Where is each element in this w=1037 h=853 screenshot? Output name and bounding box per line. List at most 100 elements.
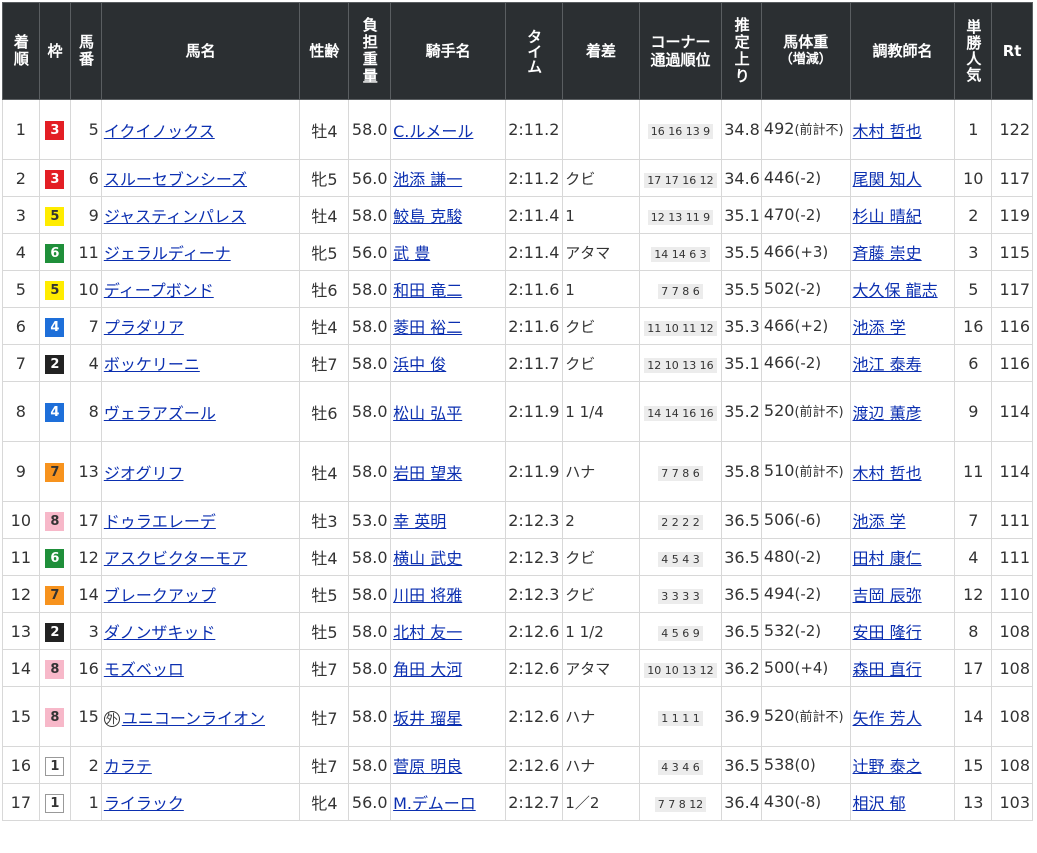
horse-name-link[interactable]: アスクビクターモア xyxy=(104,549,247,568)
rank-cell: 4 xyxy=(2,233,40,271)
margin-cell xyxy=(562,99,640,160)
horse-name-link[interactable]: プラダリア xyxy=(104,318,184,337)
jockey-name-link[interactable]: 浜中 俊 xyxy=(393,355,446,374)
horse-name-link[interactable]: ダノンザキッド xyxy=(104,623,216,642)
horse-name-link[interactable]: ディープボンド xyxy=(104,281,214,300)
header-bodyweight-line2: （増減） xyxy=(779,52,832,67)
jockey-name-link[interactable]: 武 豊 xyxy=(393,244,430,263)
time-cell: 2:12.6 xyxy=(505,612,564,650)
margin-value: クビ xyxy=(565,169,596,188)
horse-name-link[interactable]: ジャスティンパレス xyxy=(104,207,246,226)
weight-cell: 58.0 xyxy=(348,746,392,784)
trainer-name-link[interactable]: 大久保 龍志 xyxy=(853,281,938,300)
rank-cell: 12 xyxy=(2,575,40,613)
umaban-value: 10 xyxy=(78,279,99,299)
trainer-name-link[interactable]: 木村 哲也 xyxy=(853,122,922,141)
trainer-name-link[interactable]: 渡辺 薫彦 xyxy=(853,404,922,423)
trainer-name-link[interactable]: 池添 学 xyxy=(853,318,906,337)
horse-name-link[interactable]: モズベッロ xyxy=(104,660,184,679)
jockey-name-link[interactable]: 池添 謙一 xyxy=(393,170,462,189)
jockey-name-link[interactable]: 菱田 裕二 xyxy=(393,318,462,337)
corner-cell: 3 3 3 3 xyxy=(638,575,723,613)
corner-cell: 7 7 8 6 xyxy=(638,270,723,308)
sexage-cell: 牡6 xyxy=(299,381,350,442)
horse-cell: アスクビクターモア xyxy=(100,538,301,576)
corner-cell: 7 7 8 12 xyxy=(638,783,723,821)
horse-name-link[interactable]: カラテ xyxy=(104,757,152,776)
jockey-name-link[interactable]: 岩田 望来 xyxy=(393,464,462,483)
jockey-name-link[interactable]: 横山 武史 xyxy=(393,549,462,568)
margin-cell: 1／2 xyxy=(562,783,640,821)
trainer-name-link[interactable]: 尾関 知人 xyxy=(853,170,922,189)
horse-name-link[interactable]: ボッケリーニ xyxy=(104,355,200,374)
weight-value: 58.0 xyxy=(351,279,388,299)
sexage-value: 牡4 xyxy=(311,121,338,141)
weight-value: 58.0 xyxy=(351,316,388,336)
rt-cell: 103 xyxy=(991,783,1033,821)
jockey-cell: 横山 武史 xyxy=(390,538,507,576)
jockey-name-link[interactable]: 鮫島 克駿 xyxy=(393,207,462,226)
jockey-name-link[interactable]: 北村 友一 xyxy=(393,623,462,642)
trainer-name-link[interactable]: 木村 哲也 xyxy=(853,464,922,483)
rank-cell: 10 xyxy=(2,501,40,539)
horse-name-link[interactable]: ジオグリフ xyxy=(104,464,184,483)
bodyweight-cell: 470(-2) xyxy=(760,196,851,234)
jockey-name-link[interactable]: 角田 大河 xyxy=(393,660,462,679)
time-value: 2:11.9 xyxy=(508,462,560,481)
trainer-name-link[interactable]: 相沢 郁 xyxy=(853,794,906,813)
sexage-value: 牡5 xyxy=(311,623,338,642)
horse-cell: ドゥラエレーデ xyxy=(100,501,301,539)
popularity-cell: 14 xyxy=(954,686,993,747)
bodyweight-value: 466 xyxy=(763,353,795,372)
horse-name-link[interactable]: ライラック xyxy=(104,794,184,813)
trainer-name-link[interactable]: 斉藤 崇史 xyxy=(853,244,922,263)
horse-name-link[interactable]: ヴェラアズール xyxy=(104,404,216,423)
horse-name-link[interactable]: ユニコーンライオン xyxy=(122,709,265,728)
header-sexage: 性齢 xyxy=(299,2,350,100)
jockey-name-link[interactable]: 幸 英明 xyxy=(393,512,446,531)
popularity-cell: 8 xyxy=(954,612,993,650)
jockey-name-link[interactable]: 坂井 瑠星 xyxy=(393,709,462,728)
time-cell: 2:11.4 xyxy=(505,196,564,234)
trainer-name-link[interactable]: 安田 隆行 xyxy=(853,623,922,642)
umaban-value: 17 xyxy=(78,510,99,530)
horse-name-link[interactable]: ジェラルディーナ xyxy=(104,244,231,263)
jockey-name-link[interactable]: 和田 竜二 xyxy=(393,281,462,300)
jockey-name-link[interactable]: M.デムーロ xyxy=(393,794,476,813)
jockey-name-link[interactable]: 菅原 明良 xyxy=(393,757,462,776)
sexage-cell: 牡4 xyxy=(299,307,350,345)
trainer-name-link[interactable]: 吉岡 辰弥 xyxy=(853,586,922,605)
time-cell: 2:11.2 xyxy=(505,99,564,160)
horse-name-link[interactable]: イクイノックス xyxy=(104,122,215,141)
jockey-name-link[interactable]: 松山 弘平 xyxy=(393,404,462,423)
waku-cell: 2 xyxy=(38,612,72,650)
trainer-name-link[interactable]: 池江 泰寿 xyxy=(853,355,922,374)
horse-name-link[interactable]: ドゥラエレーデ xyxy=(104,512,216,531)
rank-value: 5 xyxy=(15,279,26,299)
jockey-name-link[interactable]: 川田 将雅 xyxy=(393,586,462,605)
bodyweight-value: 470 xyxy=(763,205,795,224)
umaban-cell: 10 xyxy=(70,270,102,308)
waku-badge: 6 xyxy=(45,243,65,263)
jockey-cell: 浜中 俊 xyxy=(390,344,507,382)
trainer-name-link[interactable]: 杉山 晴紀 xyxy=(853,207,922,226)
trainer-name-link[interactable]: 辻野 泰之 xyxy=(853,757,922,776)
horse-name-link[interactable]: ブレークアップ xyxy=(104,586,216,605)
weight-value: 58.0 xyxy=(351,755,388,775)
weight-cell: 58.0 xyxy=(348,538,392,576)
trainer-name-link[interactable]: 池添 学 xyxy=(853,512,906,531)
popularity-value: 12 xyxy=(963,584,984,604)
trainer-name-link[interactable]: 矢作 芳人 xyxy=(853,709,922,728)
corner-value: 10 10 13 12 xyxy=(644,662,717,678)
header-corner-line1: コーナー xyxy=(650,33,711,51)
weight-cell: 58.0 xyxy=(348,441,392,502)
rank-value: 16 xyxy=(10,755,32,775)
trainer-name-link[interactable]: 田村 康仁 xyxy=(853,549,922,568)
horse-name-link[interactable]: スルーセブンシーズ xyxy=(104,170,247,189)
jockey-cell: C.ルメール xyxy=(390,99,507,160)
horse-cell: ボッケリーニ xyxy=(100,344,301,382)
trainer-name-link[interactable]: 森田 直行 xyxy=(853,660,922,679)
umaban-value: 15 xyxy=(78,707,99,726)
jockey-name-link[interactable]: C.ルメール xyxy=(393,122,473,141)
header-weight: 負担重量 xyxy=(348,2,392,100)
